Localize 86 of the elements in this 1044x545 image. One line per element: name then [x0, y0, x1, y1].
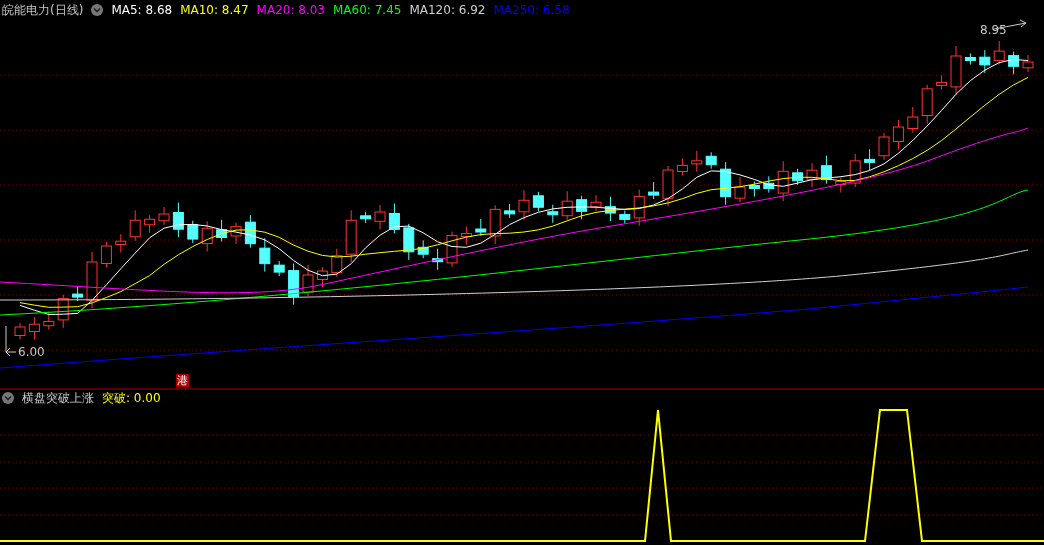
candlestick	[619, 210, 631, 224]
candlestick	[561, 190, 573, 221]
candlestick	[100, 241, 112, 268]
ma-value: MA5: 8.68	[111, 4, 173, 16]
candlestick	[302, 264, 314, 297]
candlestick	[720, 161, 732, 206]
candlestick	[259, 237, 271, 273]
candlestick	[777, 160, 789, 202]
candlestick	[72, 286, 84, 302]
candlestick	[604, 196, 616, 222]
candlestick	[230, 222, 242, 245]
candlestick	[216, 219, 228, 242]
candlestick	[331, 248, 343, 278]
candlestick	[403, 223, 415, 261]
candlestick	[576, 195, 588, 220]
candlestick	[691, 150, 703, 173]
candlestick	[172, 202, 184, 238]
candlestick	[849, 153, 861, 188]
candlestick	[1008, 51, 1020, 75]
chevron-down-icon[interactable]	[2, 392, 14, 404]
candlestick	[201, 220, 213, 253]
candlestick	[892, 119, 904, 150]
candlestick	[187, 220, 199, 244]
candlestick	[676, 157, 688, 176]
candlestick	[590, 194, 602, 212]
candlestick	[388, 203, 400, 234]
candlestick	[964, 53, 976, 65]
candlestick	[504, 203, 516, 219]
candlestick	[144, 214, 156, 234]
candlestick	[547, 204, 559, 224]
candlestick	[878, 132, 890, 161]
candlestick	[806, 162, 818, 188]
candlestick	[1022, 54, 1034, 73]
candlestick	[460, 226, 472, 245]
indicator-value: 突破: 0.00	[102, 392, 161, 404]
candlestick	[86, 251, 98, 309]
ma-value: MA60: 7.45	[333, 4, 402, 16]
candlestick	[475, 218, 487, 237]
candlestick	[662, 165, 674, 207]
candlestick	[316, 266, 328, 288]
stock-title: 皖能电力(日线)	[2, 4, 84, 16]
candlestick	[360, 211, 372, 224]
candlestick	[28, 316, 40, 340]
candlestick	[633, 189, 645, 227]
ma-value: MA250: 6.58	[493, 4, 570, 16]
candlestick	[979, 49, 991, 74]
candlestick	[864, 148, 876, 171]
candlestick	[907, 106, 919, 133]
candlestick	[921, 84, 933, 124]
min-arrow	[5, 325, 17, 357]
candlestick	[273, 260, 285, 277]
candlestick	[57, 294, 69, 329]
candlestick	[936, 74, 948, 90]
candlestick	[129, 209, 141, 242]
candlestick	[518, 189, 530, 221]
min-price-label: 6.00	[18, 346, 45, 358]
indicator-title: 横盘突破上涨	[22, 392, 94, 404]
candlestick	[345, 209, 357, 263]
ma-value: MA120: 6.92	[409, 4, 486, 16]
candlestick	[835, 177, 847, 193]
candlestick	[820, 155, 832, 185]
candlestick	[158, 206, 170, 226]
candlestick	[14, 322, 26, 340]
hk-marker: 港	[176, 374, 189, 387]
ma-value: MA10: 8.47	[180, 4, 249, 16]
candlestick	[432, 248, 444, 271]
candlestick	[43, 310, 55, 331]
candlestick	[792, 168, 804, 186]
candlestick	[532, 191, 544, 212]
chevron-down-icon[interactable]	[91, 4, 104, 16]
candlestick	[993, 40, 1005, 65]
ma-value: MA20: 8.03	[256, 4, 325, 16]
candlestick	[648, 181, 660, 200]
candlestick	[734, 176, 746, 203]
candlestick	[489, 204, 501, 245]
candlestick	[115, 233, 127, 253]
candlestick	[374, 204, 386, 230]
candlestick	[705, 151, 717, 170]
candlestick	[748, 181, 760, 197]
max-price-label: 8.95	[980, 24, 1007, 36]
candlestick	[244, 214, 256, 249]
candlestick	[446, 231, 458, 268]
candlestick	[288, 263, 300, 306]
candlestick	[417, 239, 429, 259]
candlestick	[950, 45, 962, 96]
candlestick	[763, 175, 775, 194]
